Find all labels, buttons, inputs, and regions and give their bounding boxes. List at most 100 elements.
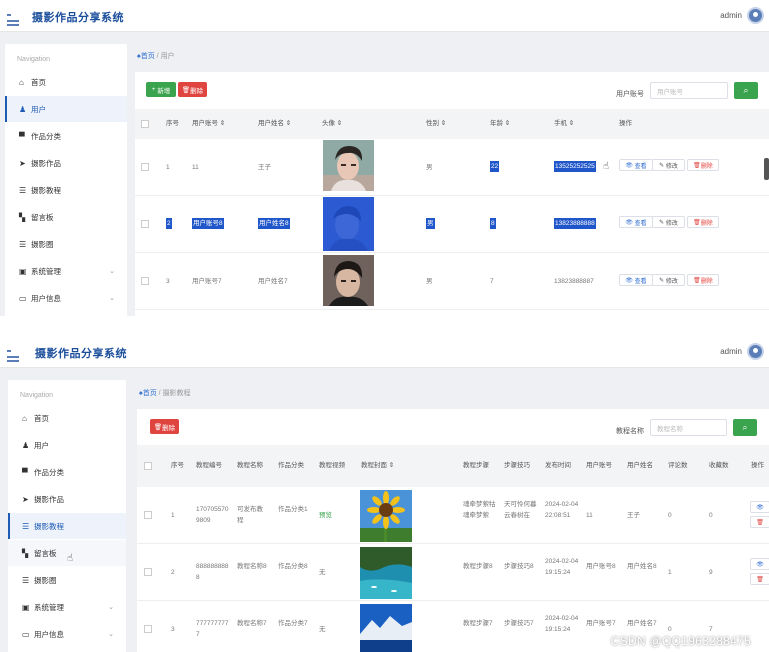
sidebar-item-circle[interactable]: ☰ 摄影圈 [8,567,126,593]
avatar-thumbnail[interactable] [323,140,374,191]
column-header[interactable]: 收藏数 [709,445,743,487]
edit-button[interactable]: ✎ 修改 [652,274,685,286]
row-checkbox[interactable] [141,277,149,285]
avatar[interactable] [747,343,764,360]
cell-gender: 男 [426,164,433,171]
avatar[interactable] [747,7,764,24]
sidebar-item-home[interactable]: ⌂ 首页 [5,69,127,95]
search-label: 教程名称 [616,428,644,435]
sidebar-item-user-info[interactable]: ▭ 用户信息 ⌄ [8,621,126,647]
sidebar-item-home[interactable]: ⌂ 首页 [8,405,126,431]
column-header[interactable]: 头像 ⇕ [322,109,342,139]
cell-code: 7777777777 [196,620,229,638]
select-all-checkbox[interactable] [141,120,149,128]
view-button[interactable]: 👁 [750,558,769,570]
add-button[interactable]: + 新增 [146,82,176,97]
column-header[interactable]: 性别 ⇕ [426,109,446,139]
sidebar-item-label: 系统管理 [34,602,64,612]
row-checkbox[interactable] [141,163,149,171]
row-delete-button[interactable]: 🗑 [750,516,769,528]
cell-index: 1 [171,512,175,519]
view-button[interactable]: 👁 查看 [619,216,653,228]
column-header[interactable]: 教程封面 ⇕ [361,445,394,487]
table-row[interactable]: 2 用户账号8 用户姓名8 男 8 13823888888 👁 查看 ✎ 修改 … [135,196,769,253]
cell-title: 可发布教程 [237,506,263,524]
card-icon: ▭ [19,293,27,303]
column-header[interactable]: 步骤技巧 [504,445,538,487]
table-row[interactable]: 1 11 王子 男 22 13525252525 ☝ 👁 查看 ✎ 修改 🗑 删除 [135,139,769,196]
row-checkbox[interactable] [141,220,149,228]
column-header[interactable]: 教程编号 [196,445,230,487]
row-delete-button[interactable]: 🗑 [750,573,769,585]
menu-toggle-icon[interactable] [7,347,19,362]
row-delete-button[interactable]: 🗑 删除 [687,159,719,171]
scrollbar[interactable] [764,158,769,180]
delete-button[interactable]: 🗑 删除 [178,82,207,97]
delete-button[interactable]: 🗑 删除 [150,419,179,434]
sidebar-item-categories[interactable]: ▀ 作品分类 [5,123,127,149]
column-header[interactable]: 作品分类 [278,445,312,487]
search-input[interactable]: 用户账号 [650,82,728,99]
sidebar-item-circle[interactable]: ☰ 摄影圈 [5,231,127,257]
row-checkbox[interactable] [144,511,152,519]
column-header[interactable]: 手机 ⇕ [554,109,574,139]
column-header[interactable]: 教程视频 [319,445,353,487]
row-delete-button[interactable]: 🗑 删除 [687,274,719,286]
column-header[interactable]: 用户账号 ⇕ [192,109,225,139]
column-header[interactable]: 年龄 ⇕ [490,109,510,139]
column-header[interactable]: 教程步骤 [463,445,497,487]
table-row[interactable]: 3 用户账号7 用户姓名7 男 7 13823888887 👁 查看 ✎ 修改 … [135,253,769,310]
search-button[interactable]: ⌕ [733,419,757,436]
avatar-thumbnail[interactable] [323,197,374,251]
sidebar-item-users[interactable]: ♟ 用户 [5,96,127,122]
cover-thumbnail[interactable] [360,547,412,599]
view-button[interactable]: 👁 查看 [619,159,653,171]
cell-steps: 魂牵梦萦牯魂牵梦萦 [463,501,496,519]
column-header[interactable]: 用户姓名 [627,445,661,487]
cell-account: 11 [192,164,199,171]
select-all-checkbox[interactable] [144,462,152,470]
sidebar-item-user-info[interactable]: ▭ 用户信息 ⌄ [5,285,127,311]
row-checkbox[interactable] [144,568,152,576]
sidebar-item-messages[interactable]: ▚ 留言板 [5,204,127,230]
sidebar-item-label: 作品分类 [31,131,61,141]
column-header[interactable]: 用户账号 [586,445,620,487]
sidebar-item-users[interactable]: ♟ 用户 [8,432,126,458]
search-button[interactable]: ⌕ [734,82,758,99]
sidebar-item-system[interactable]: ▣ 系统管理 ⌄ [8,594,126,620]
view-button[interactable]: 👁 查看 [619,274,653,286]
table-row[interactable]: 1 1707055709809 可发布教程 作品分类1 预览 魂牵梦萦牯魂牵梦萦… [137,487,769,544]
cell-index: 3 [166,278,170,285]
row-delete-button[interactable]: 🗑 删除 [687,216,719,228]
search-input[interactable]: 教程名称 [650,419,727,436]
sidebar-item-works[interactable]: ➤ 摄影作品 [5,150,127,176]
sidebar-item-system[interactable]: ▣ 系统管理 ⌄ [5,258,127,284]
breadcrumb-home[interactable]: 首页 [141,53,155,60]
column-header[interactable]: 评论数 [668,445,702,487]
table-row[interactable]: 2 8888888888 教程名称8 作品分类8 无 教程步骤8 步骤技巧8 2… [137,544,769,601]
video-preview-link[interactable]: 预览 [319,510,332,521]
column-header[interactable]: 教程名称 [237,445,269,487]
admin-username[interactable]: admin [720,347,742,356]
cell-name: 王子 [258,164,271,171]
column-header[interactable]: 发布时间 [545,445,579,487]
cover-thumbnail[interactable] [360,604,412,652]
sidebar-item-works[interactable]: ➤ 摄影作品 [8,486,126,512]
cell-time: 2024-02-04 19:15:24 [545,558,579,576]
cell-gender: 男 [426,278,433,285]
breadcrumb-home[interactable]: 首页 [143,390,157,397]
sidebar-item-categories[interactable]: ▀ 作品分类 [8,459,126,485]
row-checkbox[interactable] [144,625,152,633]
edit-button[interactable]: ✎ 修改 [652,216,685,228]
column-header[interactable]: 用户姓名 ⇕ [258,109,291,139]
sidebar-item-tutorials[interactable]: ☰ 摄影教程 [5,177,127,203]
avatar-thumbnail[interactable] [323,255,374,306]
cover-thumbnail[interactable] [360,490,412,542]
cell-age: 8 [490,218,496,229]
admin-username[interactable]: admin [720,11,742,20]
sidebar-item-tutorials[interactable]: ☰ 摄影教程 [8,513,126,539]
cell-title: 教程名称8 [237,563,267,570]
edit-button[interactable]: ✎ 修改 [652,159,685,171]
menu-toggle-icon[interactable] [7,11,19,26]
view-button[interactable]: 👁 [750,501,769,513]
